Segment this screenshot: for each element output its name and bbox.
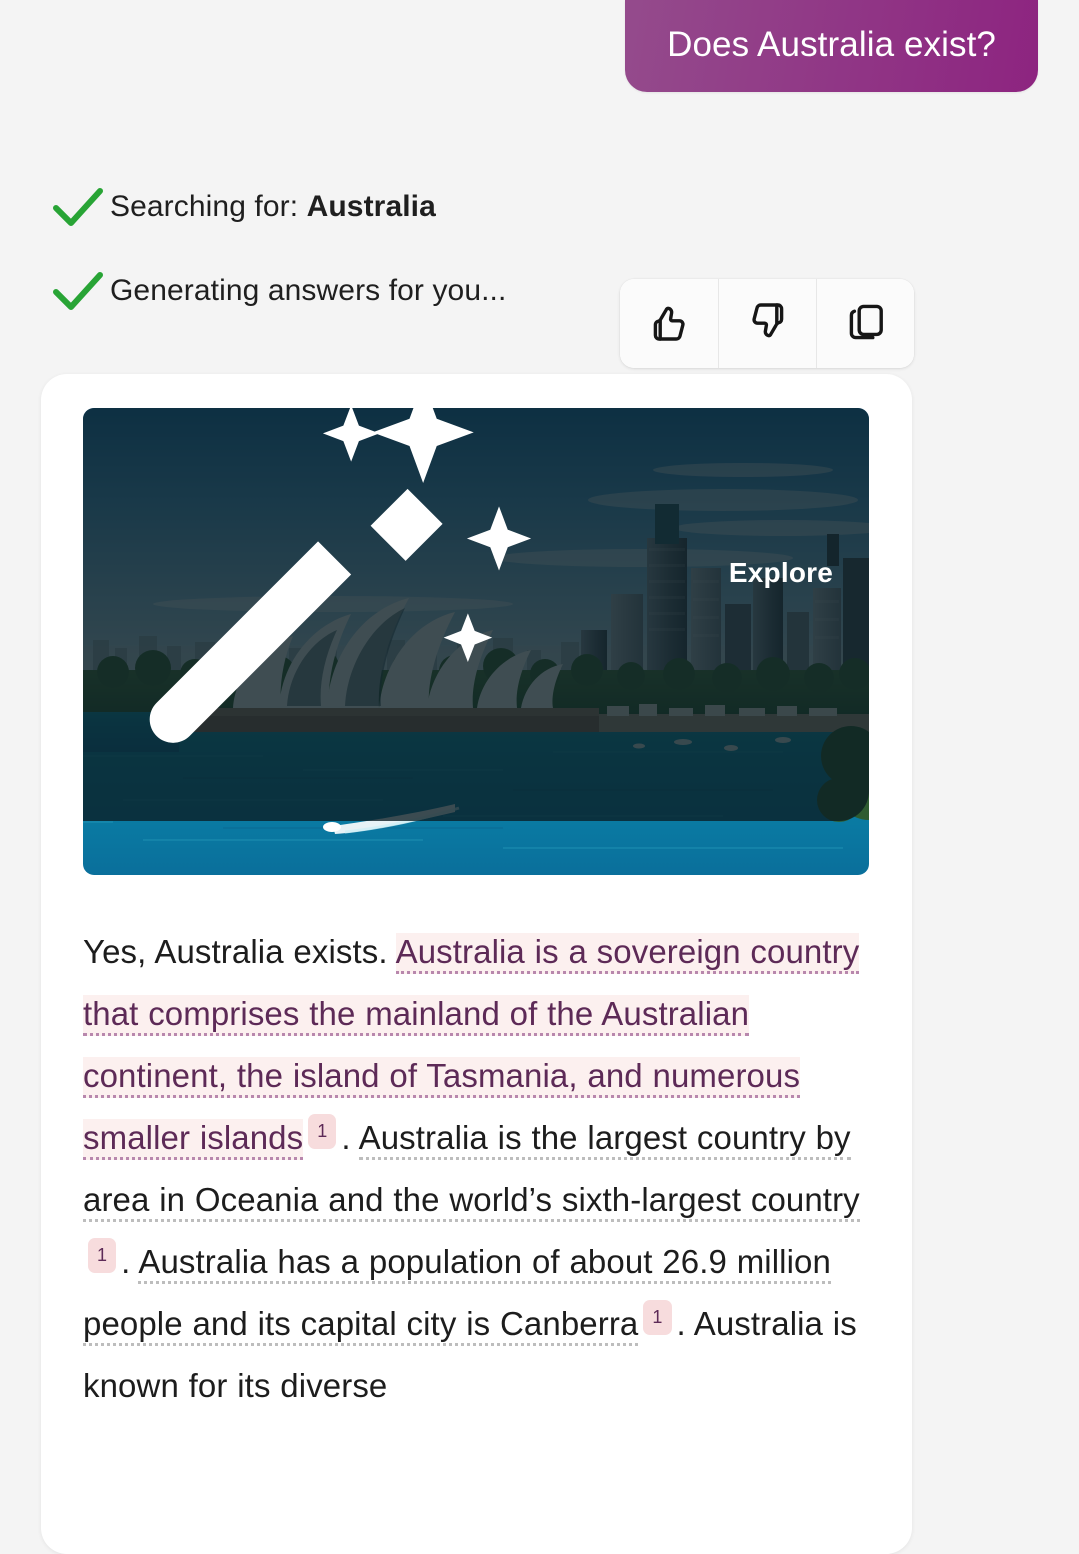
status-label-searching: Searching for: Australia	[110, 190, 436, 224]
status-label-generating: Generating answers for you...	[110, 274, 507, 307]
explore-button[interactable]: Explore	[83, 408, 869, 821]
status-emphasis-query: Australia	[306, 190, 436, 223]
citation-chip-2[interactable]: 1	[88, 1238, 117, 1273]
status-row-searching: Searching for: Australia	[52, 176, 932, 238]
answer-paragraph: Yes, Australia exists. Australia is a so…	[83, 921, 870, 1417]
user-message-row: Does Australia exist?	[0, 0, 1079, 92]
answer-segment-plain: .	[341, 1119, 359, 1156]
thumbs-down-button[interactable]	[718, 279, 816, 368]
answer-segment-plain: .	[676, 1305, 694, 1342]
answer-card: Explore Yes, Australia exists. Australia…	[41, 374, 912, 1554]
user-message-bubble: Does Australia exist?	[625, 0, 1038, 92]
magic-wand-icon	[83, 408, 713, 806]
answer-segment-plain: Yes, Australia exists.	[83, 933, 396, 970]
copy-button[interactable]	[816, 279, 914, 368]
thumbs-up-icon	[645, 298, 693, 349]
feedback-toolbar	[620, 279, 914, 368]
check-icon	[52, 186, 110, 228]
hero-image[interactable]: Explore	[83, 408, 869, 875]
status-prefix: Searching for:	[110, 190, 307, 223]
thumbs-up-button[interactable]	[620, 279, 718, 368]
copy-icon	[842, 298, 890, 349]
citation-chip-1[interactable]: 1	[308, 1114, 337, 1149]
chat-answer-page: Does Australia exist? Searching for: Aus…	[0, 0, 1079, 1554]
check-icon	[52, 270, 110, 312]
thumbs-down-icon	[744, 298, 792, 349]
explore-button-label: Explore	[728, 556, 833, 588]
citation-chip-3[interactable]: 1	[643, 1300, 672, 1335]
answer-segment-plain: .	[121, 1243, 139, 1280]
